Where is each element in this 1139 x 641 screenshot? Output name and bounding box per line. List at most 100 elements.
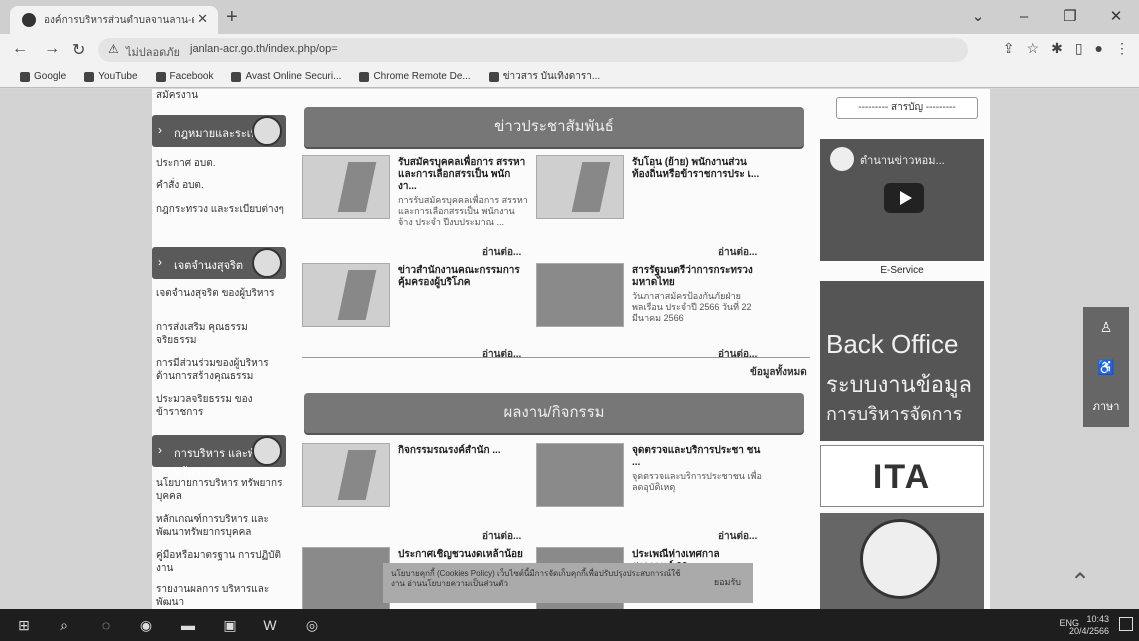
- contents-select[interactable]: --------- สารบัญ ---------: [836, 97, 978, 119]
- nav-section-integrity[interactable]: › เจตจำนงสุจริต: [152, 247, 286, 279]
- nav-item[interactable]: ประมวลจริยธรรม ของข้าราชการ: [156, 393, 286, 419]
- bookmark-news[interactable]: ข่าวสาร บันเทิงดารา...: [488, 69, 600, 84]
- profile-icon[interactable]: ●: [1095, 40, 1103, 57]
- close-window-icon[interactable]: ✕: [1093, 0, 1139, 34]
- close-tab-icon[interactable]: ✕: [197, 11, 208, 27]
- post-thumbnail[interactable]: [536, 155, 624, 219]
- cookie-accept-button[interactable]: ยอมรับ: [714, 577, 741, 587]
- file-explorer-icon[interactable]: ▬: [178, 615, 198, 635]
- google-icon: [20, 71, 30, 82]
- left-nav: สมัครงาน › กฎหมายและระเบียบ ประกาศ อบต. …: [152, 89, 288, 609]
- nav-item[interactable]: การส่งเสริม คุณธรรมจริยธรรม: [156, 321, 286, 347]
- news-post[interactable]: รับโอน (ย้าย) พนักงานส่วน ท้องถิ่นหรือข้…: [536, 155, 768, 245]
- post-title[interactable]: ประกาศเชิญชวนงดเหล้าน้อย: [398, 549, 528, 561]
- clock[interactable]: 10:43 20/4/2566: [1069, 613, 1109, 637]
- backoffice-banner[interactable]: Back Office ระบบงานข้อมูล การบริหารจัดกา…: [820, 281, 984, 441]
- app-icon[interactable]: ▣: [220, 615, 240, 635]
- video-embed[interactable]: ตำนานข่าวหอม...: [820, 139, 984, 261]
- view-all-link[interactable]: ข้อมูลทั้งหมด: [750, 365, 807, 380]
- nav-item[interactable]: คู่มือหรือมาตรฐาน การปฏิบัติงาน: [156, 549, 286, 575]
- restore-icon[interactable]: ❐: [1047, 0, 1093, 34]
- read-more-link[interactable]: อ่านต่อ...: [482, 529, 521, 544]
- activity-post[interactable]: จุดตรวจและบริการประชา ชน ... จุดตรวจและบ…: [536, 443, 768, 533]
- post-thumbnail[interactable]: [302, 443, 390, 507]
- accessibility-float-icon[interactable]: ♿: [1083, 347, 1129, 387]
- post-title[interactable]: รับโอน (ย้าย) พนักงานส่วน ท้องถิ่นหรือข้…: [632, 157, 762, 181]
- read-more-link[interactable]: อ่านต่อ...: [718, 347, 757, 362]
- url-text[interactable]: janlan-acr.go.th/index.php/op=: [190, 43, 338, 55]
- edge-icon[interactable]: ◉: [136, 615, 156, 635]
- windows-start-icon[interactable]: ⊞: [14, 615, 34, 635]
- chrome-icon[interactable]: ◎: [302, 615, 322, 635]
- news-post[interactable]: รับสมัครบุคคลเพื่อการ สรรหาและการเลือกสร…: [302, 155, 534, 245]
- ita-banner[interactable]: ITA: [820, 445, 984, 507]
- read-more-link[interactable]: อ่านต่อ...: [718, 529, 757, 544]
- reload-icon[interactable]: ↻: [72, 40, 85, 60]
- menu-icon[interactable]: ⋮: [1115, 40, 1129, 57]
- notification-icon[interactable]: [1119, 617, 1133, 631]
- nav-item[interactable]: ประกาศ อบต.: [156, 157, 286, 170]
- post-title[interactable]: ข่าวสำนักงานคณะกรรมการ คุ้มครองผู้บริโภค: [398, 265, 528, 289]
- seal-banner[interactable]: [820, 513, 984, 609]
- post-title[interactable]: รับสมัครบุคคลเพื่อการ สรรหาและการเลือกสร…: [398, 157, 528, 193]
- nav-item[interactable]: คำสั่ง อบต.: [156, 179, 286, 192]
- cookie-text: นโยบายคุกกี้ (Cookies Policy) เว็บไซต์นี…: [391, 569, 681, 588]
- post-thumbnail[interactable]: [302, 263, 390, 327]
- search-icon[interactable]: ⌕: [54, 615, 74, 635]
- nav-item[interactable]: นโยบายการบริหาร ทรัพยากรบุคคล: [156, 477, 286, 503]
- address-bar[interactable]: ⚠ ไม่ปลอดภัย janlan-acr.go.th/index.php/…: [98, 38, 968, 62]
- chevron-down-icon[interactable]: ⌄: [955, 0, 1001, 34]
- bookmark-google[interactable]: Google: [20, 71, 66, 82]
- tab-strip: องค์การบริหารส่วนตำบลจานลาน-ตำบล ✕ + ⌄ –…: [0, 0, 1139, 34]
- language-float-button[interactable]: ภาษา: [1083, 387, 1129, 427]
- bookmark-youtube[interactable]: YouTube: [84, 71, 138, 82]
- divider: [302, 357, 810, 358]
- back-icon[interactable]: ←: [12, 40, 28, 58]
- read-more-link[interactable]: อ่านต่อ...: [482, 245, 521, 260]
- read-more-link[interactable]: อ่านต่อ...: [482, 347, 521, 362]
- nav-item[interactable]: กฎกระทรวง และระเบียบต่างๆ: [156, 203, 286, 216]
- news-post[interactable]: สารรัฐมนตรีว่าการกระทรวง มหาดไทย วันภาสา…: [536, 263, 768, 353]
- nav-section-law[interactable]: › กฎหมายและระเบียบ: [152, 115, 286, 147]
- browser-tab[interactable]: องค์การบริหารส่วนตำบลจานลาน-ตำบล ✕: [10, 6, 218, 34]
- bookmark-remote-desktop[interactable]: Chrome Remote De...: [359, 71, 471, 82]
- site-favicon-icon: [22, 13, 36, 27]
- bookmark-avast[interactable]: Avast Online Securi...: [231, 71, 341, 82]
- sidepanel-icon[interactable]: ▯: [1075, 40, 1083, 57]
- nav-item[interactable]: หลักเกณฑ์การบริหาร และพัฒนาทรัพยากรบุคคล: [156, 513, 286, 539]
- scroll-top-icon[interactable]: ⌃: [1070, 568, 1090, 597]
- nav-item[interactable]: เจตจำนงสุจริต ของผู้บริหาร: [156, 287, 286, 300]
- read-more-link[interactable]: อ่านต่อ...: [718, 245, 757, 260]
- post-title[interactable]: จุดตรวจและบริการประชา ชน ...: [632, 445, 762, 469]
- channel-logo-icon: [830, 147, 854, 171]
- bookmarks-bar: Google YouTube Facebook Avast Online Sec…: [0, 66, 1139, 88]
- nav-item[interactable]: การมีส่วนร่วมของผู้บริหาร ด้านการสร้างคุ…: [156, 357, 286, 383]
- task-view-icon[interactable]: ◌: [96, 615, 116, 635]
- star-icon[interactable]: ☆: [1027, 40, 1040, 57]
- extensions-icon[interactable]: ✱: [1051, 40, 1063, 57]
- news-post[interactable]: ข่าวสำนักงานคณะกรรมการ คุ้มครองผู้บริโภค: [302, 263, 534, 353]
- post-thumbnail[interactable]: [302, 155, 390, 219]
- share-icon[interactable]: ⇪: [1003, 40, 1015, 57]
- seal-icon: [252, 116, 282, 146]
- forward-icon[interactable]: →: [44, 40, 60, 58]
- windows-taskbar: ⊞ ⌕ ◌ ◉ ▬ ▣ W ◎ ENG 10:43 20/4/2566: [0, 609, 1139, 641]
- post-thumbnail[interactable]: [536, 443, 624, 507]
- post-thumbnail[interactable]: [302, 547, 390, 609]
- word-icon[interactable]: W: [260, 615, 280, 635]
- play-icon[interactable]: [884, 183, 924, 213]
- bookmark-facebook[interactable]: Facebook: [155, 71, 213, 82]
- nav-item[interactable]: รายงานผลการ บริหารและพัฒนา: [156, 583, 286, 609]
- video-title[interactable]: ตำนานข่าวหอม...: [860, 151, 945, 169]
- site-container: สมัครงาน › กฎหมายและระเบียบ ประกาศ อบต. …: [152, 89, 990, 609]
- seal-icon: [252, 248, 282, 278]
- user-float-icon[interactable]: ♙: [1083, 307, 1129, 347]
- post-title[interactable]: กิจกรรมรณรงค์สำนัก ...: [398, 445, 528, 457]
- post-thumbnail[interactable]: [536, 263, 624, 327]
- nav-item-top[interactable]: สมัครงาน: [156, 89, 286, 102]
- new-tab-button[interactable]: +: [226, 6, 238, 29]
- minimize-icon[interactable]: –: [1001, 0, 1047, 34]
- post-title[interactable]: สารรัฐมนตรีว่าการกระทรวง มหาดไทย: [632, 265, 762, 289]
- activity-post[interactable]: กิจกรรมรณรงค์สำนัก ...: [302, 443, 534, 533]
- nav-section-hr[interactable]: › การบริหาร และพัฒนาทรัพยากร: [152, 435, 286, 478]
